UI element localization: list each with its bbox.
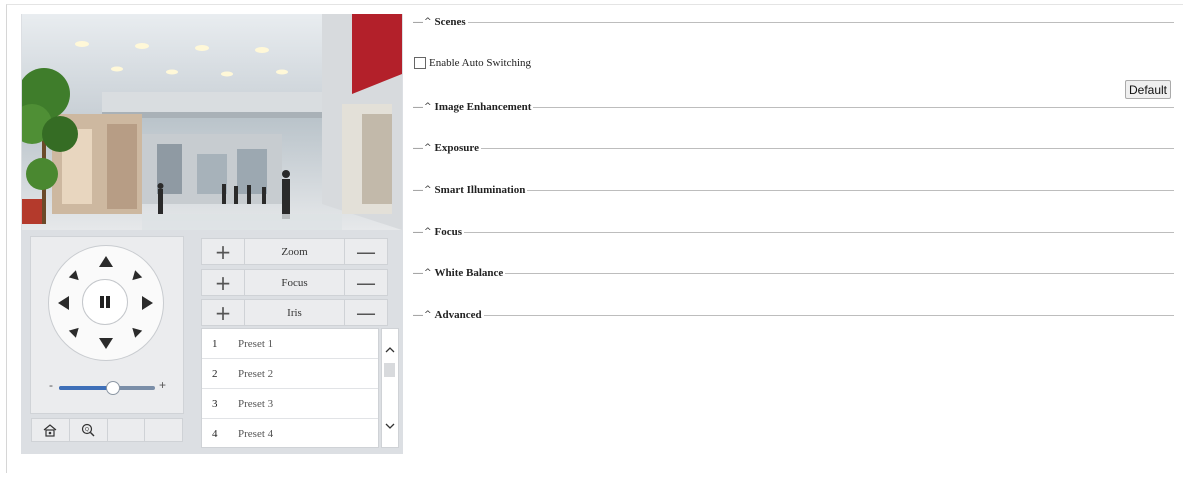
preset-number: 2 — [212, 367, 218, 380]
speed-max-label: + — [159, 378, 167, 392]
toolbar-slot-3[interactable] — [108, 419, 146, 441]
section-title: Smart Illumination — [434, 184, 526, 196]
section-dash: — — [413, 267, 423, 279]
section-dash: — — [413, 226, 423, 238]
speed-slider-handle[interactable] — [105, 381, 120, 395]
speed-min-label: - — [49, 378, 53, 392]
preset-scrollbar[interactable] — [381, 328, 399, 448]
scroll-up-icon[interactable] — [382, 341, 398, 359]
divider — [464, 231, 1174, 233]
divider — [527, 189, 1174, 191]
section-white-balance[interactable]: — ^ White Balance — [413, 266, 1174, 280]
section-dash: — — [413, 184, 423, 196]
pause-button[interactable] — [82, 279, 128, 325]
auto-switching-option[interactable]: Enable Auto Switching — [414, 57, 531, 69]
pan-down-right-icon[interactable] — [128, 324, 143, 338]
zoom-out-button[interactable]: — — [345, 239, 387, 264]
section-title: White Balance — [434, 267, 504, 279]
collapse-icon[interactable]: ^ — [424, 268, 432, 278]
direction-wheel — [48, 245, 164, 361]
pan-down-left-icon[interactable] — [68, 324, 83, 338]
zoom-area-button[interactable]: Q — [70, 419, 108, 441]
pan-right-icon[interactable] — [142, 296, 153, 310]
divider — [467, 21, 1174, 23]
auto-switching-checkbox[interactable] — [414, 57, 426, 69]
scroll-down-icon[interactable] — [382, 417, 398, 435]
zoom-in-button[interactable]: + — [202, 239, 244, 264]
section-scenes[interactable]: — ^ Scenes — [413, 15, 1174, 29]
focus-near-button[interactable]: + — [202, 270, 244, 295]
focus-control: + Focus — — [201, 269, 388, 296]
pan-left-icon[interactable] — [58, 296, 69, 310]
collapse-icon[interactable]: ^ — [424, 143, 432, 153]
preset-number: 1 — [212, 337, 218, 350]
preset-name: Preset 4 — [238, 427, 274, 440]
collapse-icon[interactable]: ^ — [424, 102, 432, 112]
pause-icon — [100, 296, 110, 308]
pan-down-icon[interactable] — [99, 338, 113, 349]
zoom-label: Zoom — [244, 239, 345, 264]
section-dash: — — [413, 142, 423, 154]
zoom-area-icon: Q — [82, 423, 95, 437]
preset-name: Preset 2 — [238, 367, 274, 380]
section-advanced[interactable]: — ^ Advanced — [413, 308, 1174, 322]
video-frame-image — [22, 14, 402, 230]
section-dash: — — [413, 101, 423, 113]
zoom-control: + Zoom — — [201, 238, 388, 265]
collapse-icon[interactable]: ^ — [424, 185, 432, 195]
pan-up-right-icon[interactable] — [128, 270, 143, 284]
preset-item[interactable]: 1 Preset 1 — [202, 329, 378, 359]
divider — [505, 272, 1174, 274]
preset-name: Preset 3 — [238, 397, 274, 410]
collapse-icon[interactable]: ^ — [424, 227, 432, 237]
preset-item[interactable]: 4 Preset 4 — [202, 419, 378, 448]
pan-up-left-icon[interactable] — [68, 270, 83, 284]
preset-list: 1 Preset 1 2 Preset 2 3 Preset 3 4 Prese… — [201, 328, 379, 448]
section-title: Image Enhancement — [434, 101, 532, 113]
section-focus[interactable]: — ^ Focus — [413, 225, 1174, 239]
section-dash: — — [413, 16, 423, 28]
toolbar-slot-4[interactable] — [145, 419, 182, 441]
preset-number: 4 — [212, 427, 218, 440]
section-exposure[interactable]: — ^ Exposure — [413, 141, 1174, 155]
scroll-thumb[interactable] — [384, 363, 395, 377]
speed-slider-fill — [59, 386, 112, 390]
collapse-icon[interactable]: ^ — [424, 310, 432, 320]
ptz-direction-pad: - + — [30, 236, 184, 414]
live-video[interactable] — [22, 14, 402, 230]
preset-item[interactable]: 3 Preset 3 — [202, 389, 378, 419]
pan-up-icon[interactable] — [99, 256, 113, 267]
section-dash: — — [413, 309, 423, 321]
iris-label: Iris — [244, 300, 345, 325]
auto-switching-label: Enable Auto Switching — [429, 57, 532, 69]
home-position-button[interactable] — [32, 419, 70, 441]
home-position-icon — [43, 424, 57, 437]
divider — [483, 314, 1174, 316]
iris-open-button[interactable]: + — [202, 300, 244, 325]
collapse-icon[interactable]: ^ — [424, 17, 432, 27]
iris-control: + Iris — — [201, 299, 388, 326]
iris-close-button[interactable]: — — [345, 300, 387, 325]
ptz-toolbar: Q — [31, 418, 183, 442]
focus-label: Focus — [244, 270, 345, 295]
divider — [533, 106, 1174, 108]
section-title: Exposure — [434, 142, 479, 154]
preset-name: Preset 1 — [238, 337, 274, 350]
section-smart-illumination[interactable]: — ^ Smart Illumination — [413, 183, 1174, 197]
svg-text:Q: Q — [85, 427, 89, 433]
section-title: Advanced — [434, 309, 482, 321]
preset-number: 3 — [212, 397, 218, 410]
section-title: Focus — [434, 226, 463, 238]
default-button[interactable]: Default — [1125, 80, 1171, 99]
section-title: Scenes — [434, 16, 466, 28]
focus-far-button[interactable]: — — [345, 270, 387, 295]
preset-item[interactable]: 2 Preset 2 — [202, 359, 378, 389]
divider — [480, 147, 1174, 149]
section-image-enhancement[interactable]: — ^ Image Enhancement — [413, 100, 1174, 114]
ptz-speed-slider[interactable] — [59, 381, 155, 395]
